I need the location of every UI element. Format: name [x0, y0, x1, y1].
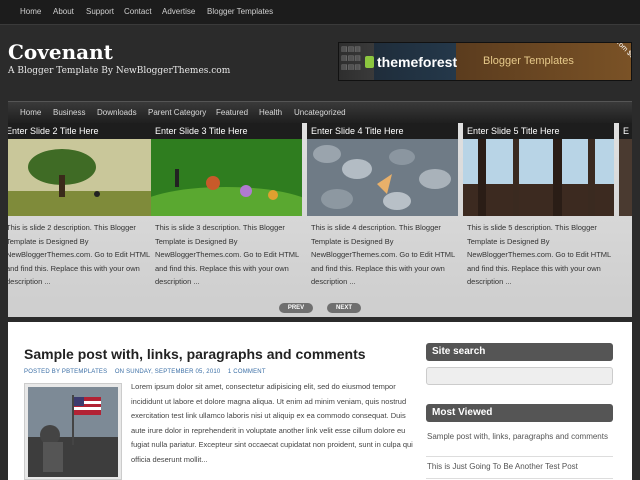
divider [426, 456, 613, 457]
slide-description: This is slide 5 description. This Blogge… [467, 223, 611, 286]
nav-downloads[interactable]: Downloads [97, 108, 137, 117]
banner-corner: From $5 [612, 42, 632, 61]
post-author[interactable]: POSTED BY PBTEMPLATES [24, 369, 107, 375]
featured-slider: Enter Slide 2 Title Here This is slide 2… [8, 123, 632, 301]
post-body: Lorem ipsum dolor sit amet, consectetur … [131, 382, 413, 464]
nav-business[interactable]: Business [53, 108, 85, 117]
site-title[interactable]: Covenant [8, 40, 113, 64]
topnav-support[interactable]: Support [86, 7, 114, 16]
post-title[interactable]: Sample post with, links, paragraphs and … [24, 346, 366, 362]
slide-3[interactable]: Enter Slide 3 Title Here This is slide 3… [151, 123, 302, 301]
topnav-contact[interactable]: Contact [124, 7, 152, 16]
site-search-title: Site search [426, 343, 613, 361]
divider [426, 478, 613, 479]
nav-home[interactable]: Home [20, 108, 41, 117]
slider-footer [8, 301, 632, 317]
most-viewed-item[interactable]: Sample post with, links, paragraphs and … [427, 431, 613, 443]
main-nav: Home Business Downloads Parent Category … [8, 101, 632, 123]
slide-image-partial[interactable] [619, 139, 632, 216]
slide-description: This is slide 3 description. This Blogge… [155, 223, 299, 286]
topnav-about[interactable]: About [53, 7, 74, 16]
banner-side-pattern: ▤▤▤ ▤▤▤ ▤▤▤ [341, 46, 361, 71]
slide-image-tree[interactable] [8, 139, 153, 216]
next-button[interactable]: NEXT [327, 303, 361, 313]
nav-uncategorized[interactable]: Uncategorized [294, 108, 346, 117]
nav-parent-category[interactable]: Parent Category [148, 108, 206, 117]
post-date: ON SUNDAY, SEPTEMBER 05, 2010 [114, 369, 221, 375]
most-viewed-title: Most Viewed [426, 404, 613, 422]
slide-title[interactable]: Enter Slide 2 Title Here [8, 123, 153, 139]
post-comments-link[interactable]: 1 COMMENT [228, 369, 266, 375]
themeforest-banner[interactable]: ▤▤▤ ▤▤▤ ▤▤▤ themeforest Blogger Templates … [338, 42, 632, 81]
search-input[interactable] [426, 367, 613, 385]
banner-brand: themeforest [377, 54, 458, 70]
themeforest-leaf-icon [365, 56, 374, 68]
topnav-home[interactable]: Home [20, 7, 41, 16]
slide-title-partial[interactable]: E [619, 123, 632, 139]
nav-featured[interactable]: Featured [216, 108, 248, 117]
post-thumbnail[interactable] [24, 383, 122, 480]
slide-image-snails[interactable] [151, 139, 302, 216]
slide-description: This is slide 2 description. This Blogge… [8, 223, 150, 286]
banner-label: Blogger Templates [483, 55, 574, 67]
slide-2[interactable]: Enter Slide 2 Title Here This is slide 2… [8, 123, 153, 301]
slide-title[interactable]: Enter Slide 4 Title Here [307, 123, 458, 139]
slide-image-pebbles[interactable] [307, 139, 458, 216]
slide-5[interactable]: Enter Slide 5 Title Here This is slide 5… [463, 123, 614, 301]
site-description: A Blogger Template By NewBloggerThemes.c… [8, 66, 231, 76]
top-nav: Home About Support Contact Advertise Blo… [0, 0, 640, 25]
nav-health[interactable]: Health [259, 108, 282, 117]
slide-6-partial[interactable]: E [619, 123, 632, 301]
slide-4[interactable]: Enter Slide 4 Title Here This is slide 4… [307, 123, 458, 301]
slide-title[interactable]: Enter Slide 5 Title Here [463, 123, 614, 139]
most-viewed-item[interactable]: This is Just Going To Be Another Test Po… [427, 461, 613, 473]
prev-button[interactable]: PREV [279, 303, 313, 313]
slide-description: This is slide 4 description. This Blogge… [311, 223, 455, 286]
slide-title[interactable]: Enter Slide 3 Title Here [151, 123, 302, 139]
topnav-blogger-templates[interactable]: Blogger Templates [207, 7, 273, 16]
slide-image-forest[interactable] [463, 139, 614, 216]
post-meta: POSTED BY PBTEMPLATES ON SUNDAY, SEPTEMB… [24, 369, 266, 375]
topnav-advertise[interactable]: Advertise [162, 7, 195, 16]
